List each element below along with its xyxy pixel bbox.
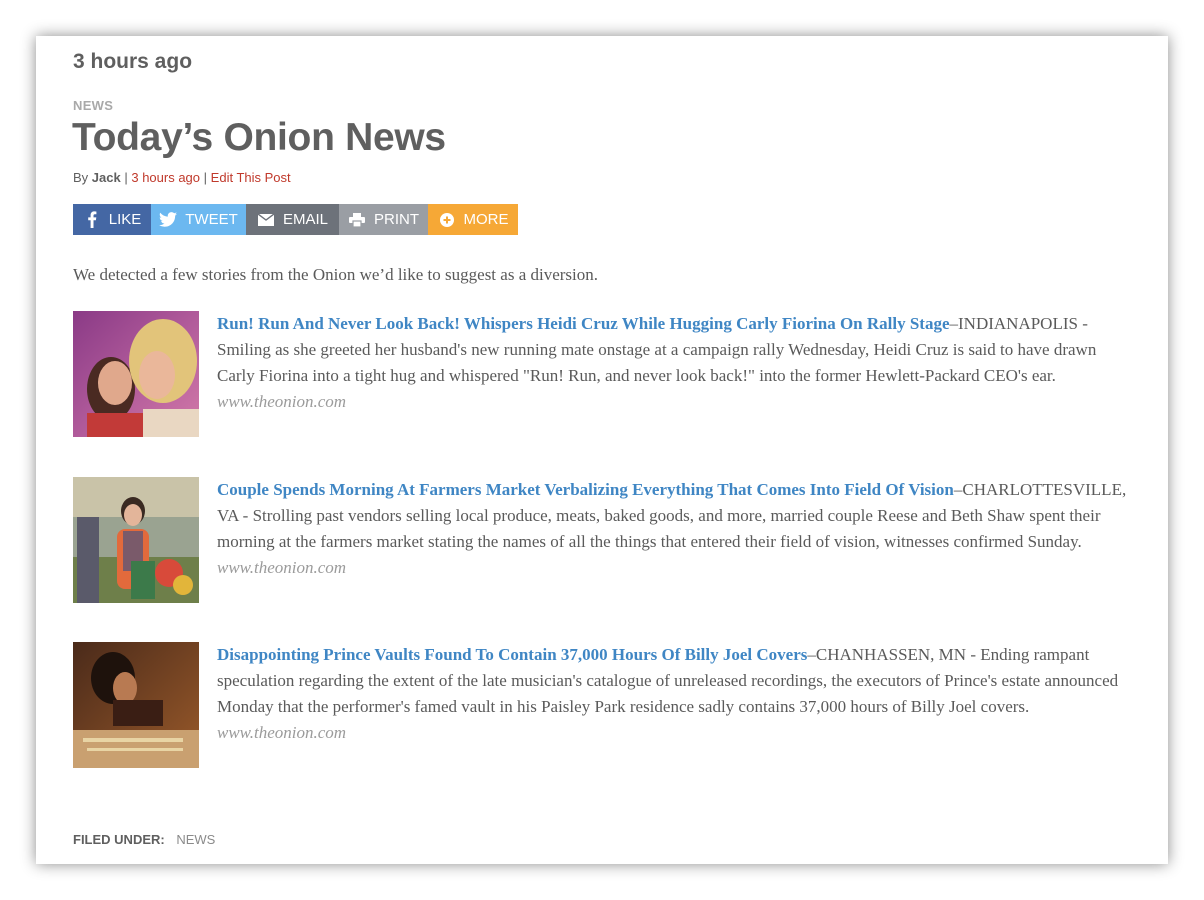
post-card: 3 hours ago NEWS Today’s Onion News By J… [36, 36, 1168, 864]
story-headline-link[interactable]: Disappointing Prince Vaults Found To Con… [217, 645, 807, 664]
like-button[interactable]: LIKE [73, 204, 151, 235]
filed-under-tag[interactable]: NEWS [176, 832, 215, 847]
story-headline-link[interactable]: Run! Run And Never Look Back! Whispers H… [217, 314, 950, 333]
story-headline-link[interactable]: Couple Spends Morning At Farmers Market … [217, 480, 954, 499]
printer-icon [348, 211, 366, 229]
facebook-icon [83, 211, 101, 229]
story-text: Disappointing Prince Vaults Found To Con… [217, 642, 1129, 746]
story-item: Couple Spends Morning At Farmers Market … [73, 477, 1131, 607]
category-label[interactable]: NEWS [73, 98, 113, 113]
filed-under: FILED UNDER: NEWS [73, 832, 215, 847]
story-thumbnail[interactable] [73, 311, 199, 437]
more-button[interactable]: MORE [428, 204, 518, 235]
story-dash: – [949, 314, 959, 333]
story-source-link[interactable]: www.theonion.com [217, 723, 346, 742]
story-thumbnail[interactable] [73, 477, 199, 603]
story-source-link[interactable]: www.theonion.com [217, 392, 346, 411]
story-item: Run! Run And Never Look Back! Whispers H… [73, 311, 1131, 441]
plus-circle-icon [438, 211, 456, 229]
edit-post-link[interactable]: Edit This Post [211, 170, 291, 185]
story-source-link[interactable]: www.theonion.com [217, 558, 346, 577]
byline: By Jack | 3 hours ago | Edit This Post [73, 170, 291, 185]
tweet-button[interactable]: TWEET [151, 204, 246, 235]
email-label: EMAIL [282, 211, 328, 228]
story-text: Run! Run And Never Look Back! Whispers H… [217, 311, 1129, 415]
email-button[interactable]: EMAIL [246, 204, 339, 235]
filed-under-label: FILED UNDER: [73, 832, 165, 847]
byline-separator: | [203, 170, 208, 185]
byline-by: By [73, 170, 89, 185]
twitter-icon [159, 211, 178, 229]
byline-separator: | [124, 170, 128, 185]
more-label: MORE [463, 211, 509, 228]
story-thumbnail[interactable] [73, 642, 199, 768]
print-button[interactable]: PRINT [339, 204, 428, 235]
byline-time-link[interactable]: 3 hours ago [131, 170, 200, 185]
story-item: Disappointing Prince Vaults Found To Con… [73, 642, 1131, 772]
envelope-icon [257, 211, 275, 229]
page-title: Today’s Onion News [72, 116, 446, 159]
byline-author[interactable]: Jack [92, 170, 121, 185]
like-label: LIKE [108, 211, 142, 228]
print-label: PRINT [374, 211, 419, 228]
story-dash: – [807, 645, 816, 664]
share-bar: LIKE TWEET EMAIL PRINT MORE [73, 204, 518, 235]
post-timestamp: 3 hours ago [73, 50, 193, 73]
story-text: Couple Spends Morning At Farmers Market … [217, 477, 1129, 581]
intro-text: We detected a few stories from the Onion… [73, 265, 599, 284]
tweet-label: TWEET [185, 211, 238, 228]
